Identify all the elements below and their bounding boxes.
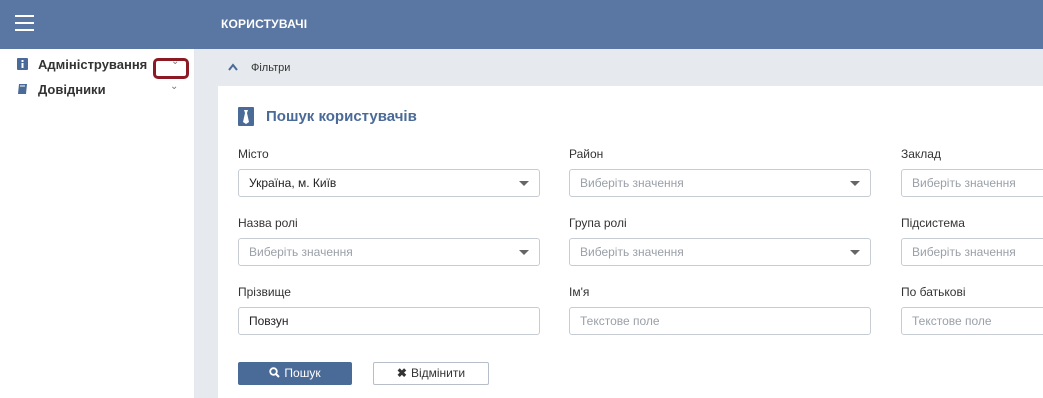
sidebar-item-label: Довідники <box>38 82 106 97</box>
search-icon <box>269 367 281 378</box>
field-label-role-group: Група ролі <box>569 216 627 230</box>
field-label-role-name: Назва ролі <box>238 216 298 230</box>
page-title: КОРИСТУВАЧІ <box>221 17 308 31</box>
hamburger-icon[interactable] <box>15 15 34 31</box>
search-panel: Пошук користувачів Місто Україна, м. Киї… <box>218 86 1043 398</box>
city-select[interactable]: Україна, м. Київ <box>238 169 540 197</box>
field-label-patronymic: По батькові <box>901 285 966 299</box>
institution-select[interactable]: Виберіть значення <box>901 169 1043 197</box>
badge-icon <box>17 58 28 70</box>
book-icon <box>18 84 27 94</box>
sidebar-item-administration[interactable]: Адміністрування ⌄ <box>0 54 195 79</box>
subsystem-select[interactable]: Виберіть значення <box>901 238 1043 266</box>
field-label-first-name: Ім'я <box>569 285 590 299</box>
panel-title: Пошук користувачів <box>266 108 417 125</box>
first-name-input[interactable]: Текстове поле <box>569 307 871 335</box>
role-group-select[interactable]: Виберіть значення <box>569 238 871 266</box>
field-label-city: Місто <box>238 147 269 161</box>
sidebar-item-label: Адміністрування <box>38 57 148 72</box>
cancel-button[interactable]: ✖ Відмінити <box>373 362 489 385</box>
top-bar: КОРИСТУВАЧІ <box>0 0 1043 49</box>
field-label-district: Район <box>569 147 604 161</box>
filters-label: Фільтри <box>251 62 291 74</box>
dropdown-caret-icon <box>850 181 860 186</box>
tie-icon <box>238 107 254 126</box>
patronymic-input[interactable]: Текстове поле <box>901 307 1043 335</box>
search-button[interactable]: Пошук <box>238 362 352 385</box>
highlight-marker <box>153 58 189 79</box>
close-icon: ✖ <box>396 366 407 380</box>
role-name-select[interactable]: Виберіть значення <box>238 238 540 266</box>
dropdown-caret-icon <box>850 250 860 255</box>
surname-input[interactable]: Повзун <box>238 307 540 335</box>
field-label-surname: Прізвище <box>238 285 291 299</box>
sidebar-item-directories[interactable]: Довідники ⌄ <box>0 79 195 101</box>
sidebar: Адміністрування ⌄ Довідники ⌄ <box>0 49 195 398</box>
dropdown-caret-icon <box>519 250 529 255</box>
district-select[interactable]: Виберіть значення <box>569 169 871 197</box>
filters-toggle[interactable]: Фільтри <box>195 49 1043 86</box>
field-label-institution: Заклад <box>901 147 941 161</box>
chevron-down-icon[interactable]: ⌄ <box>170 81 178 92</box>
dropdown-caret-icon <box>519 181 529 186</box>
main-content: Фільтри Пошук користувачів Місто Україна… <box>195 49 1043 398</box>
chevron-up-icon <box>228 63 238 71</box>
field-label-subsystem: Підсистема <box>901 216 965 230</box>
